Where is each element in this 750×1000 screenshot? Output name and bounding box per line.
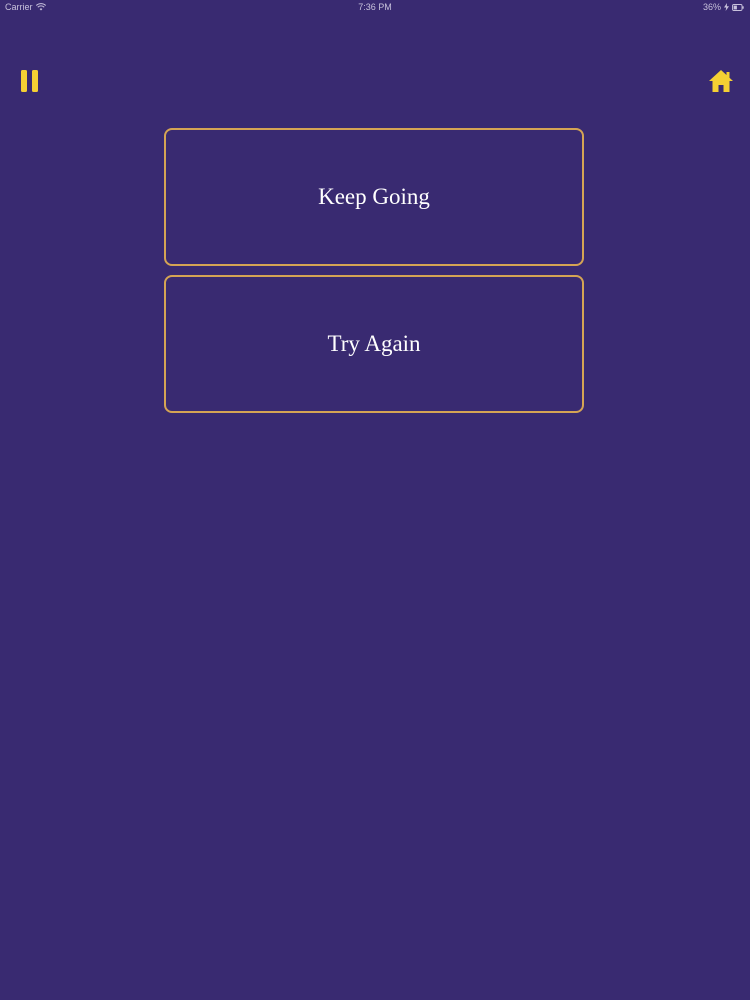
charging-icon	[724, 3, 729, 11]
try-again-button[interactable]: Try Again	[164, 275, 584, 413]
pause-icon	[21, 70, 38, 92]
status-right: 36%	[703, 0, 744, 14]
keep-going-button[interactable]: Keep Going	[164, 128, 584, 266]
home-icon	[709, 70, 733, 92]
pause-button[interactable]	[16, 66, 44, 96]
battery-percent: 36%	[702, 2, 721, 12]
status-bar: Carrier 7:36 PM 36%	[0, 0, 750, 14]
home-button[interactable]	[706, 66, 736, 96]
battery-icon	[732, 3, 744, 11]
status-time: 7:36 PM	[358, 2, 392, 12]
